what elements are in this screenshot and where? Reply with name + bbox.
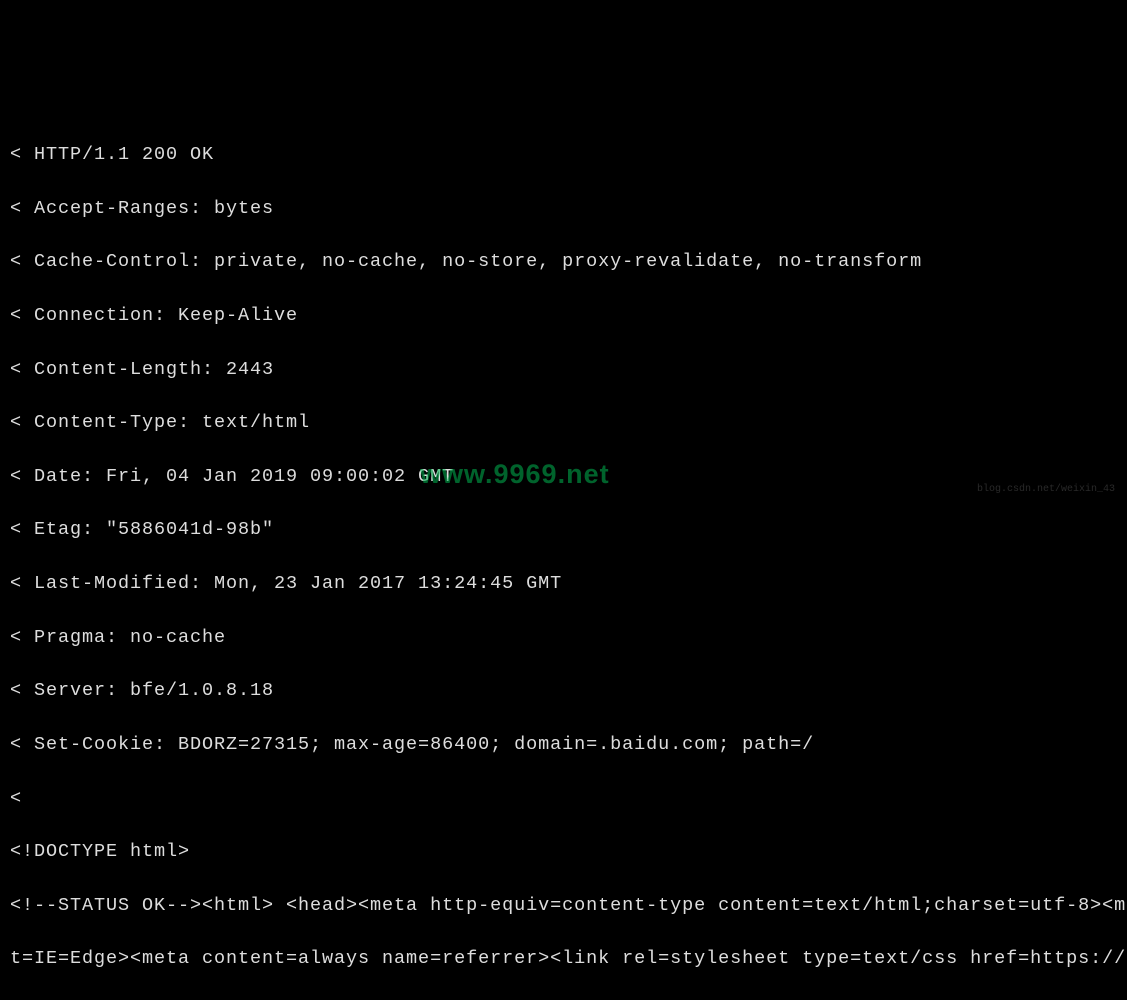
- html-body-line-2: t=IE=Edge><meta content=always name=refe…: [10, 946, 1117, 973]
- http-status-line: < HTTP/1.1 200 OK: [10, 142, 1117, 169]
- header-server: < Server: bfe/1.0.8.18: [10, 678, 1117, 705]
- header-date: < Date: Fri, 04 Jan 2019 09:00:02 GMT: [10, 464, 1117, 491]
- terminal-output: < HTTP/1.1 200 OK < Accept-Ranges: bytes…: [10, 115, 1117, 1000]
- header-content-length: < Content-Length: 2443: [10, 357, 1117, 384]
- header-accept-ranges: < Accept-Ranges: bytes: [10, 196, 1117, 223]
- doctype-line: <!DOCTYPE html>: [10, 839, 1117, 866]
- header-content-type: < Content-Type: text/html: [10, 410, 1117, 437]
- html-body-line-1: <!--STATUS OK--><html> <head><meta http-…: [10, 893, 1117, 920]
- header-pragma: < Pragma: no-cache: [10, 625, 1117, 652]
- header-etag: < Etag: "5886041d-98b": [10, 517, 1117, 544]
- header-set-cookie: < Set-Cookie: BDORZ=27315; max-age=86400…: [10, 732, 1117, 759]
- header-end-marker: <: [10, 786, 1117, 813]
- header-last-modified: < Last-Modified: Mon, 23 Jan 2017 13:24:…: [10, 571, 1117, 598]
- header-cache-control: < Cache-Control: private, no-cache, no-s…: [10, 249, 1117, 276]
- header-connection: < Connection: Keep-Alive: [10, 303, 1117, 330]
